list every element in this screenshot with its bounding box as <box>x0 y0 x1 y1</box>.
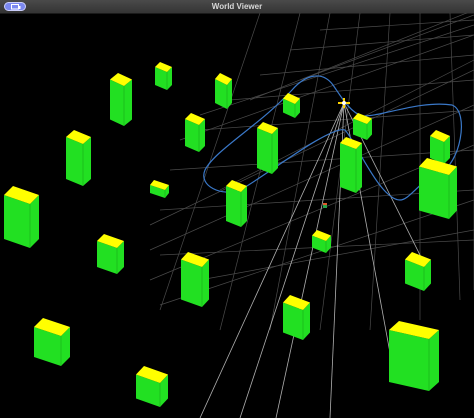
obstacle-box <box>215 73 232 109</box>
box-side <box>283 302 310 340</box>
obstacle-box <box>430 130 450 164</box>
box-side <box>419 166 457 219</box>
obstacle-box <box>185 113 205 152</box>
obstacle-box <box>110 73 132 126</box>
obstacle-box <box>226 180 247 227</box>
obstacle-box <box>419 158 457 219</box>
box-side <box>4 195 39 248</box>
obstacle-box <box>136 366 168 407</box>
obstacle-box <box>353 113 372 140</box>
box-side <box>181 259 209 307</box>
box-side <box>110 79 132 126</box>
obstacle-box <box>181 252 209 307</box>
box-side <box>257 128 278 174</box>
obstacle-box <box>66 130 91 186</box>
title-bar: World Viewer <box>0 0 474 14</box>
obstacle-box <box>34 318 70 366</box>
obstacle-box <box>405 252 431 291</box>
obstacle-boxes <box>4 62 457 407</box>
box-side <box>185 119 205 152</box>
box-side <box>389 330 439 391</box>
box-side <box>97 241 124 274</box>
obstacle-box <box>257 122 278 174</box>
window-title: World Viewer <box>211 2 263 11</box>
obstacle-box <box>97 234 124 274</box>
obstacle-box <box>283 295 310 340</box>
obstacle-box <box>389 321 439 391</box>
box-side <box>66 137 91 186</box>
obstacle-box <box>4 186 39 248</box>
3d-viewport[interactable] <box>0 13 474 418</box>
obstacle-box <box>312 230 331 253</box>
target-marker <box>323 203 327 208</box>
box-side <box>226 186 247 227</box>
box-side <box>340 143 362 193</box>
obstacle-box <box>340 137 362 193</box>
obstacle-box <box>155 62 172 90</box>
obstacle-box <box>150 180 169 198</box>
box-side <box>215 79 232 109</box>
world-viewer-window: World Viewer <box>0 0 474 418</box>
obstacle-box <box>283 93 300 118</box>
